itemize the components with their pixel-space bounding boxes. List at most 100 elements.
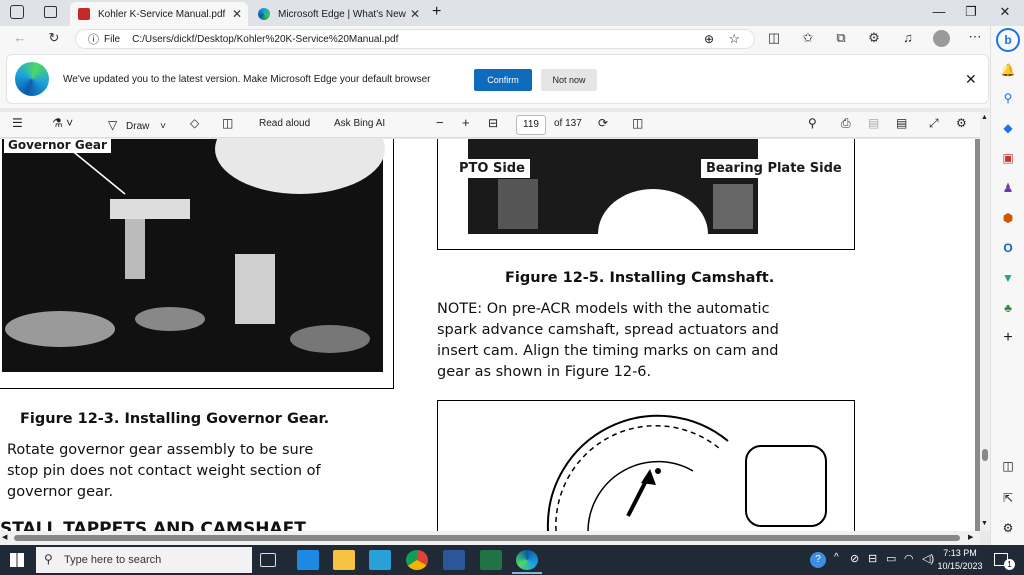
sidebar-split-icon[interactable]: ◫ (998, 456, 1018, 476)
fullscreen-icon[interactable]: ⤢ (929, 116, 939, 131)
text-icon[interactable]: ◫ (222, 116, 233, 130)
governor-gear-photo (0, 139, 394, 389)
left-paragraph-line-1: Rotate governor gear assembly to be sure (7, 442, 314, 458)
edge-taskbar-icon[interactable] (516, 550, 538, 570)
word-icon[interactable] (443, 550, 465, 570)
chrome-icon[interactable] (406, 550, 428, 570)
page-number-input[interactable]: 119 (516, 115, 546, 135)
note-line-4: gear as shown in Figure 12-6. (437, 364, 652, 380)
draw-button[interactable]: ▽ Draw ˅ (108, 118, 166, 132)
sidebar: b 🔔 ⚲ ◆ ▣ ♟ ⬢ O ▼ ♣ + ◫ ⇱ ⚙ (990, 26, 1024, 545)
scroll-thumb[interactable] (982, 449, 988, 461)
save-icon[interactable]: ▤ (868, 116, 879, 130)
zoom-icon[interactable]: ⊕ (704, 32, 714, 46)
drop-icon[interactable]: ▼ (998, 268, 1018, 288)
tag-icon[interactable]: ◆ (998, 118, 1018, 138)
bing-icon[interactable]: b (996, 28, 1020, 52)
tree-icon[interactable]: ♣ (998, 298, 1018, 318)
workspaces-icon[interactable] (10, 5, 24, 19)
close-tab-icon[interactable]: ✕ (232, 7, 242, 21)
close-banner-icon[interactable]: ✕ (965, 71, 977, 88)
help-icon[interactable]: ? (810, 552, 826, 568)
wifi-off-icon[interactable]: ⊘ (850, 552, 859, 565)
split-screen-icon[interactable]: ◫ (764, 30, 784, 46)
pdf-settings-icon[interactable]: ⚙ (956, 116, 967, 130)
back-icon[interactable]: ← (10, 30, 30, 45)
network-icon[interactable]: ⊟ (868, 552, 877, 565)
open-external-icon[interactable]: ⇱ (998, 488, 1018, 508)
notification-badge: 1 (1004, 559, 1015, 570)
highlight-icon[interactable]: ⚗ ˅ (52, 116, 73, 130)
horizontal-scrollbar[interactable]: ◀ ▶ (0, 531, 980, 545)
restore-button[interactable]: ❐ (956, 4, 986, 20)
mylife-icon[interactable] (369, 550, 391, 570)
tab-actions-icon[interactable] (44, 6, 57, 18)
rotate-icon[interactable]: ⟳ (598, 116, 608, 130)
address-bar: ← ↻ ⓘ File C:/Users/dickf/Desktop/Kohler… (0, 26, 990, 52)
note-line-1: NOTE: On pre-ACR models with the automat… (437, 301, 770, 317)
ask-bing-button[interactable]: Ask Bing AI (334, 118, 385, 129)
not-now-button[interactable]: Not now (541, 69, 597, 91)
toolbox-icon[interactable]: ▣ (998, 148, 1018, 168)
search-icon[interactable]: ⚲ (998, 88, 1018, 108)
fit-page-icon[interactable]: ⊟ (488, 116, 498, 130)
games-icon[interactable]: ♟ (998, 178, 1018, 198)
edge-logo-icon (15, 62, 49, 96)
outlook-icon[interactable]: O (998, 238, 1018, 258)
taskbar: ⚲ Type here to search ? ^ ⊘ ⊟ ▭ ◠ ◁) 7:1… (0, 545, 1024, 575)
volume-icon[interactable]: ◁) (922, 552, 934, 565)
print-icon[interactable]: ⎙ (841, 116, 851, 131)
battery-icon[interactable]: ▭ (886, 552, 896, 565)
wifi-icon[interactable]: ◠ (904, 552, 914, 565)
clock-date[interactable]: 10/15/2023 (937, 561, 983, 571)
save-as-icon[interactable]: ▤ (896, 116, 907, 130)
windows-start-icon[interactable] (10, 553, 24, 567)
sidebar-settings-icon[interactable]: ⚙ (998, 518, 1018, 538)
vertical-scrollbar[interactable]: ▲ ▼ (980, 112, 990, 531)
add-icon[interactable]: + (998, 328, 1018, 348)
new-tab-button[interactable]: + (432, 3, 441, 21)
minimize-button[interactable]: — (924, 4, 954, 19)
extensions-icon[interactable]: ⚙ (864, 30, 884, 46)
office-icon[interactable]: ⬢ (998, 208, 1018, 228)
pdf-viewport[interactable]: Governor Gear Figure 12-3. Installing Go… (0, 139, 980, 531)
banner-message: We've updated you to the latest version.… (63, 74, 431, 85)
read-aloud-button[interactable]: Read aloud (259, 118, 310, 129)
confirm-button[interactable]: Confirm (474, 69, 532, 91)
scroll-up-icon[interactable]: ▲ (981, 114, 988, 121)
page-view-icon[interactable]: ◫ (632, 116, 643, 130)
h-scroll-thumb[interactable] (14, 535, 960, 541)
file-explorer-icon[interactable] (333, 550, 355, 570)
favorites-icon[interactable]: ✩ (798, 30, 818, 46)
contents-icon[interactable]: ☰ (12, 116, 23, 130)
zoom-in-button[interactable]: + (462, 115, 470, 130)
close-window-button[interactable]: ✕ (990, 4, 1020, 20)
search-pdf-icon[interactable]: ⚲ (808, 116, 817, 130)
url-field[interactable]: ⓘ File C:/Users/dickf/Desktop/Kohler%20K… (75, 29, 755, 49)
url-text: C:/Users/dickf/Desktop/Kohler%20K-Servic… (132, 33, 399, 45)
avatar[interactable] (933, 30, 950, 47)
favorite-star-icon[interactable]: ☆ (728, 31, 740, 47)
collections-icon[interactable]: ⧉ (831, 30, 851, 46)
tab-title: Microsoft Edge | What's New (278, 8, 406, 20)
zoom-out-button[interactable]: − (436, 115, 444, 130)
close-tab-icon[interactable]: ✕ (410, 7, 420, 21)
tray-chevron-icon[interactable]: ^ (834, 552, 839, 563)
note-line-3: insert cam. Align the timing marks on ca… (437, 343, 779, 359)
refresh-icon[interactable]: ↻ (44, 30, 64, 46)
bell-icon[interactable]: 🔔 (998, 60, 1018, 80)
notifications-icon[interactable]: ♫ (898, 30, 918, 45)
taskbar-search-input[interactable]: ⚲ Type here to search (36, 547, 252, 573)
tab-pdf[interactable]: Kohler K-Service Manual.pdf ✕ (70, 2, 248, 26)
tab-whats-new[interactable]: Microsoft Edge | What's New ✕ (250, 2, 426, 26)
more-icon[interactable]: ⋯ (965, 29, 985, 45)
search-placeholder: Type here to search (64, 554, 162, 566)
excel-icon[interactable] (480, 550, 502, 570)
task-view-icon[interactable] (260, 553, 276, 567)
eraser-icon[interactable]: ◇ (190, 116, 199, 130)
clock-time[interactable]: 7:13 PM (941, 548, 979, 558)
scroll-right-icon[interactable]: ▶ (968, 533, 973, 541)
scroll-left-icon[interactable]: ◀ (2, 533, 7, 541)
scroll-down-icon[interactable]: ▼ (981, 520, 988, 527)
mail-icon[interactable] (297, 550, 319, 570)
